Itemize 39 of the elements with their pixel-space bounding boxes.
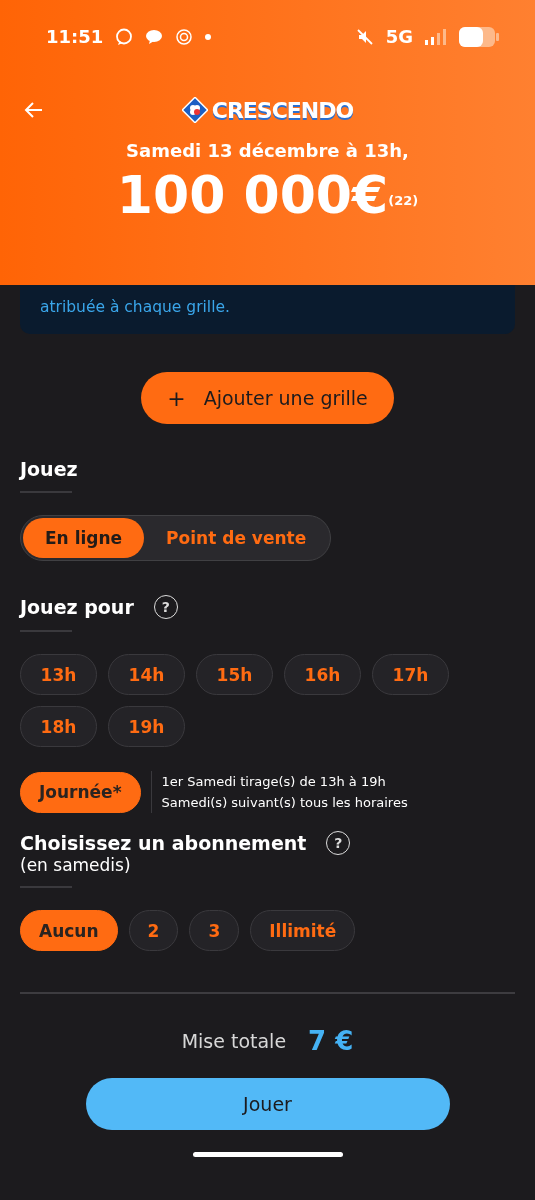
mute-icon (355, 27, 374, 46)
day-note: 1er Samedi tirage(s) de 13h à 19h (161, 773, 387, 791)
option-chip[interactable]: 19h (108, 706, 185, 747)
plus-icon: + (167, 385, 186, 411)
status-time: 11:51 (46, 26, 104, 47)
message-icon (145, 28, 164, 45)
play-button[interactable]: Jouer (85, 1078, 450, 1130)
signal-icon (425, 28, 447, 45)
mode-tab[interactable]: En ligne (23, 518, 145, 558)
mode-tab[interactable]: Point de vente (144, 518, 329, 558)
option-chip[interactable]: 13h (20, 654, 97, 695)
option-chip[interactable]: 15h (196, 654, 273, 695)
option-chip[interactable]: 3 (189, 910, 240, 951)
add-grid-button[interactable]: + Ajouter une grille (141, 372, 394, 424)
day-note: Samedi(s) suivant(s) tous les horaires (161, 794, 408, 812)
option-chip[interactable]: Journée* (20, 771, 141, 813)
network-label: 5G (385, 26, 413, 47)
option-chip[interactable]: 16h (284, 654, 361, 695)
add-grid-label: Ajouter une grille (203, 387, 368, 409)
jackpot-amount: 100 000€$^{(22)}$ (115, 165, 420, 225)
section-title: Choisissez un abonnement (20, 832, 307, 854)
chat-icon (115, 27, 134, 46)
option-chip[interactable]: 17h (372, 654, 449, 695)
back-arrow-icon (23, 101, 43, 119)
battery-icon (459, 26, 499, 47)
logo-wordmark: CRESCENDO (211, 97, 354, 123)
info-text: atribuée à chaque grille. (40, 297, 231, 318)
option-chip[interactable]: 18h (20, 706, 97, 747)
total-amount: 7 € (308, 1026, 354, 1056)
option-chip[interactable]: 2 (128, 910, 179, 951)
option-chip[interactable]: Aucun (20, 910, 118, 951)
dot-icon (205, 33, 212, 40)
section-title: Jouez (20, 458, 78, 480)
total-label: Mise totale (181, 1030, 287, 1052)
draw-date: Samedi 13 décembre à 13h, (125, 140, 410, 161)
option-chip[interactable]: Illimité (250, 910, 356, 951)
section-title: Jouez pour (20, 596, 134, 618)
option-chip[interactable]: 14h (108, 654, 185, 695)
section-subtitle: (en samedis) (20, 855, 132, 875)
